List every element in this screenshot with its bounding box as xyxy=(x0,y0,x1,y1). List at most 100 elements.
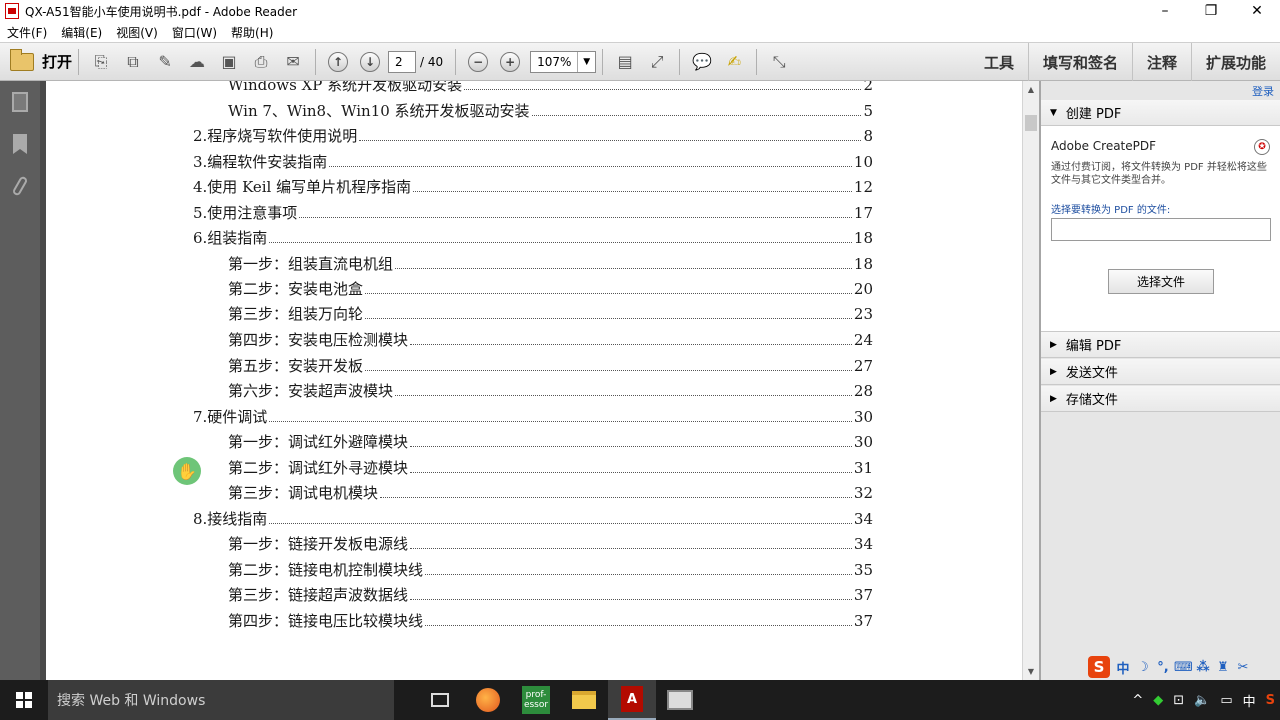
taskbar-app-terminal[interactable] xyxy=(656,680,704,720)
tray-message-icon[interactable]: ▭ xyxy=(1220,693,1232,708)
task-view-button[interactable] xyxy=(416,680,464,720)
tray-volume-icon[interactable]: 🔈 xyxy=(1194,693,1210,708)
edit-pdf-header[interactable]: ▶ 编辑 PDF xyxy=(1041,332,1280,358)
previous-page-button[interactable]: ↑ xyxy=(325,49,351,75)
chevron-down-icon[interactable]: ▼ xyxy=(577,51,595,72)
page-thumbnails-button[interactable] xyxy=(0,81,40,123)
edit-pdf-icon[interactable]: ✎ xyxy=(152,49,178,75)
task-view-icon xyxy=(431,693,449,707)
tray-chevron-up-icon[interactable]: ^ xyxy=(1132,693,1143,708)
toc-entry[interactable]: 第一步：调试红外避障模块 30 xyxy=(228,431,873,453)
toolbar-separator xyxy=(679,48,681,75)
extended-button[interactable]: 扩展功能 xyxy=(1190,43,1280,81)
toc-entry[interactable]: 第二步：安装电池盒 20 xyxy=(228,278,873,300)
toc-entry[interactable]: 第二步：调试红外寻迹模块 31 xyxy=(228,457,873,479)
page-number-input[interactable]: 2 xyxy=(388,50,417,73)
email-icon[interactable]: ✉ xyxy=(280,49,306,75)
send-file-header[interactable]: ▶ 发送文件 xyxy=(1041,359,1280,385)
zoom-in-button[interactable]: + xyxy=(497,49,523,75)
next-page-button[interactable]: ↓ xyxy=(357,49,383,75)
select-file-button[interactable]: 选择文件 xyxy=(1108,269,1214,294)
menu-view[interactable]: 视图(V) xyxy=(116,24,158,41)
toc-entry[interactable]: 第三步：调试电机模块 32 xyxy=(228,482,873,504)
tray-sogou-icon[interactable]: S xyxy=(1266,693,1275,708)
arrow-down-icon: ↓ xyxy=(360,51,381,72)
punctuation-icon[interactable]: °, xyxy=(1154,660,1172,675)
toc-entry[interactable]: 第五步：安装开发板 27 xyxy=(228,355,873,377)
menu-help[interactable]: 帮助(H) xyxy=(231,24,273,41)
toc-entry[interactable]: Windows XP 系统开发板驱动安装 2 xyxy=(228,81,873,96)
create-pdf-header[interactable]: ▼ 创建 PDF xyxy=(1041,100,1280,126)
toc-entry[interactable]: 5.使用注意事项 17 xyxy=(193,202,873,224)
open-button[interactable]: 打开 xyxy=(10,48,72,72)
bookmarks-button[interactable] xyxy=(0,123,40,165)
combine-pdf-icon[interactable]: ⧉ xyxy=(120,49,146,75)
scroll-down-icon[interactable]: ▼ xyxy=(1023,663,1039,680)
toc-entry[interactable]: 第二步：链接电机控制模块线 35 xyxy=(228,559,873,581)
adobe-reader-icon: A xyxy=(621,686,643,712)
attachments-button[interactable] xyxy=(0,165,40,207)
toc-entry[interactable]: 第四步：链接电压比较模块线 37 xyxy=(228,610,873,632)
zoom-out-button[interactable]: − xyxy=(465,49,491,75)
fit-page-icon[interactable]: ▤ xyxy=(612,49,638,75)
taskbar-app-browser[interactable] xyxy=(464,680,512,720)
tools-button[interactable]: 工具 xyxy=(970,43,1028,81)
minimize-button[interactable]: – xyxy=(1142,0,1188,22)
terminal-icon xyxy=(667,690,693,710)
toc-entry[interactable]: 第三步：链接超声波数据线 37 xyxy=(228,584,873,606)
upload-cloud-icon[interactable]: ☁ xyxy=(184,49,210,75)
scroll-up-icon[interactable]: ▲ xyxy=(1023,81,1039,98)
wrench-icon[interactable]: ✂ xyxy=(1234,660,1252,675)
save-icon[interactable]: ▣ xyxy=(216,49,242,75)
fullscreen-icon[interactable]: ⤡ xyxy=(766,49,792,75)
keyboard-icon[interactable]: ⌨ xyxy=(1174,660,1193,675)
toc-entry[interactable]: 2.程序烧写软件使用说明 8 xyxy=(193,125,873,147)
ime-mode[interactable]: 中 xyxy=(1114,658,1132,677)
toc-entry[interactable]: 第三步：组装万向轮 23 xyxy=(228,303,873,325)
tray-app-icon[interactable]: ◆ xyxy=(1153,693,1163,708)
highlight-icon[interactable]: ✍ xyxy=(721,49,747,75)
zoom-select[interactable]: 107% ▼ xyxy=(530,50,597,73)
document-view[interactable]: Windows XP 系统开发板驱动安装 2 Win 7、Win8、Win10 系… xyxy=(46,81,1022,680)
taskbar-app-explorer[interactable] xyxy=(560,680,608,720)
toc-entry-page: 24 xyxy=(853,331,873,349)
menu-edit[interactable]: 编辑(E) xyxy=(61,24,102,41)
toc-entry[interactable]: 第四步：安装电压检测模块 24 xyxy=(228,329,873,351)
tray-network-icon[interactable]: ⊡ xyxy=(1173,693,1184,708)
comment-icon[interactable]: 💬 xyxy=(689,49,715,75)
vertical-scrollbar[interactable]: ▲ ▼ xyxy=(1022,81,1039,680)
toc-entry[interactable]: Win 7、Win8、Win10 系统开发板驱动安装 5 xyxy=(228,100,873,122)
maximize-button[interactable]: ❐ xyxy=(1188,0,1234,22)
file-input[interactable] xyxy=(1051,218,1271,241)
fill-sign-button[interactable]: 填写和签名 xyxy=(1027,43,1132,81)
menu-file[interactable]: 文件(F) xyxy=(7,24,47,41)
start-button[interactable] xyxy=(0,680,48,720)
toc-entry[interactable]: 第一步：链接开发板电源线 34 xyxy=(228,533,873,555)
toc-entry[interactable]: 7.硬件调试 30 xyxy=(193,406,873,428)
tray-ime-indicator[interactable]: 中 xyxy=(1243,691,1256,710)
create-pdf-icon[interactable]: ⎘ xyxy=(88,49,114,75)
toc-entry[interactable]: 3.编程软件安装指南 10 xyxy=(193,151,873,173)
fit-width-icon[interactable]: ⤢ xyxy=(644,49,670,75)
skin-icon[interactable]: ⁂ xyxy=(1194,660,1212,675)
taskbar-app-adobe-reader[interactable]: A xyxy=(608,680,656,720)
toc-entry[interactable]: 第六步：安装超声波模块 28 xyxy=(228,380,873,402)
taskbar-search[interactable]: 搜索 Web 和 Windows xyxy=(48,680,394,720)
toc-entry[interactable]: 4.使用 Keil 编写单片机程序指南 12 xyxy=(193,176,873,198)
shirt-icon[interactable]: ♜ xyxy=(1214,660,1232,675)
store-file-header[interactable]: ▶ 存储文件 xyxy=(1041,386,1280,412)
toc-entry-title: 7.硬件调试 xyxy=(193,408,268,426)
browser-icon xyxy=(476,688,500,712)
comment-button[interactable]: 注释 xyxy=(1131,43,1191,81)
toc-entry[interactable]: 第一步：组装直流电机组 18 xyxy=(228,253,873,275)
menu-window[interactable]: 窗口(W) xyxy=(172,24,217,41)
login-link[interactable]: 登录 xyxy=(1252,83,1274,99)
taskbar-app-professor[interactable]: prof-essor xyxy=(512,680,560,720)
print-icon[interactable]: ⎙ xyxy=(248,49,274,75)
scroll-thumb[interactable] xyxy=(1025,115,1037,131)
sogou-logo-icon[interactable]: S xyxy=(1088,656,1110,678)
close-button[interactable]: ✕ xyxy=(1234,0,1280,22)
toc-entry[interactable]: 8.接线指南 34 xyxy=(193,508,873,530)
toc-entry[interactable]: 6.组装指南 18 xyxy=(193,227,873,249)
moon-icon[interactable]: ☽ xyxy=(1134,660,1152,675)
